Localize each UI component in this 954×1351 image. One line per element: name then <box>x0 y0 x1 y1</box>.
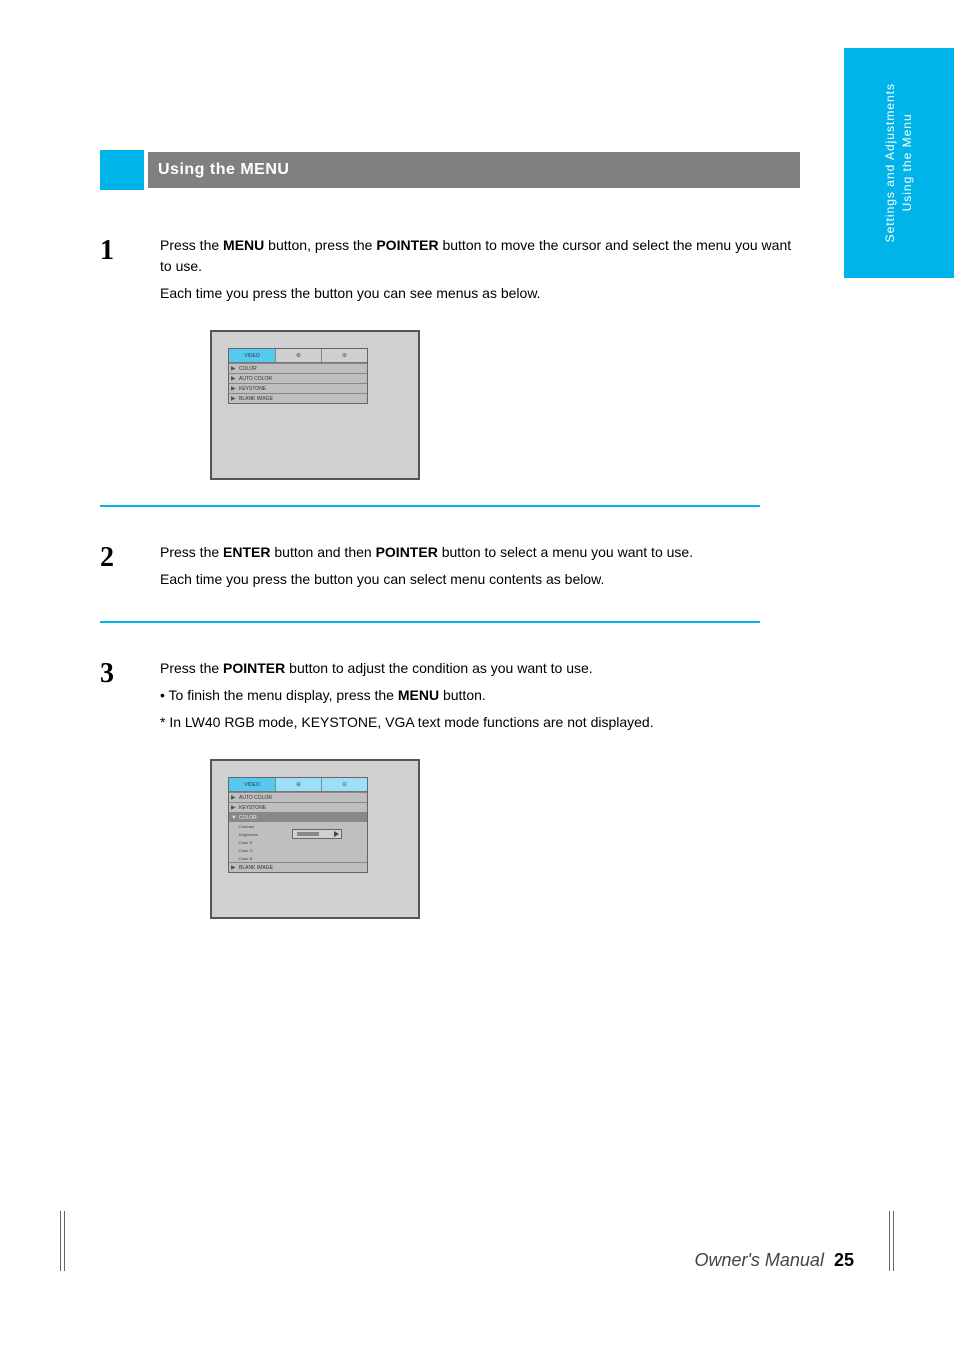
section-title-bar: Using the MENU <box>100 150 800 190</box>
crop-mark-bottom-right <box>880 1211 894 1271</box>
menu2-row-top0: ▶AUTO COLOR <box>229 792 367 802</box>
step3-sub-b: button. <box>439 687 486 703</box>
step2-text-c: button to select a menu you want to use. <box>438 544 693 560</box>
step-1-body: Press the MENU button, press the POINTER… <box>160 235 800 310</box>
step3-bold-a: POINTER <box>223 660 285 676</box>
menu1-tab-video: VIDEO <box>229 349 275 362</box>
menu2-sub-4: Color B <box>229 854 367 862</box>
divider-1 <box>100 505 760 507</box>
step-3-body: Press the POINTER button to adjust the c… <box>160 658 800 739</box>
menu1-row-3: BLANK IMAGE <box>239 396 273 402</box>
triangle-icon: ▶ <box>229 804 239 811</box>
step2-bold-a: ENTER <box>223 544 270 560</box>
step2-text-a: Press the <box>160 544 223 560</box>
menu1-tab-3: ⊛ <box>321 349 367 362</box>
footer-label: Owner's Manual <box>694 1250 824 1270</box>
side-tab: Settings and Adjustments Using the Menu <box>844 48 954 278</box>
step3-note: * In LW40 RGB mode, KEYSTONE, VGA text m… <box>160 712 800 733</box>
triangle-down-icon: ▼ <box>229 815 239 821</box>
step1-sub: Each time you press the button you can s… <box>160 283 800 304</box>
footer-page-number: 25 <box>834 1250 854 1270</box>
menu2-tabs: VIDEO ⊕ ⊖ <box>229 778 367 792</box>
menu2-row-bottom-label: BLANK IMAGE <box>239 865 273 871</box>
side-tab-line1: Settings and Adjustments <box>883 83 897 242</box>
menu1-row-0: COLOR <box>239 366 257 372</box>
step1-bold-a: MENU <box>223 237 264 253</box>
step1-text-a: Press the <box>160 237 223 253</box>
step-3: 3 Press the POINTER button to adjust the… <box>100 658 800 739</box>
menu1-panel: VIDEO ⊕ ⊛ ▶COLOR ▶AUTO COLOR ▶KEYSTONE ▶… <box>228 348 368 404</box>
menu2-slider-popup <box>292 829 342 839</box>
section-title-accent <box>100 150 144 190</box>
page-footer: Owner's Manual 25 <box>694 1250 854 1271</box>
divider-2 <box>100 621 760 623</box>
menu1-row-color: ▶COLOR <box>229 363 367 373</box>
menu2-darkrow-label: COLOR <box>239 815 257 821</box>
menu-figure-2: VIDEO ⊕ ⊖ ▶AUTO COLOR ▶KEYSTONE ▼COLOR C… <box>210 759 420 919</box>
step2-bold-b: POINTER <box>376 544 438 560</box>
step-2-body: Press the ENTER button and then POINTER … <box>160 542 800 596</box>
step3-sub-bold: MENU <box>398 687 439 703</box>
step-1: 1 Press the MENU button, press the POINT… <box>100 235 800 310</box>
menu1-row-blank: ▶BLANK IMAGE <box>229 393 367 403</box>
slider-bar-icon <box>297 832 319 836</box>
main-content: Using the MENU 1 Press the MENU button, … <box>100 150 800 939</box>
menu2-sub-3: Color G <box>229 846 367 854</box>
step3-text-b: button to adjust the condition as you wa… <box>285 660 592 676</box>
menu1-row-1: AUTO COLOR <box>239 376 272 382</box>
menu2-tab-3: ⊖ <box>321 778 367 791</box>
menu1-row-autocolor: ▶AUTO COLOR <box>229 373 367 383</box>
triangle-icon: ▶ <box>229 794 239 801</box>
step-3-number: 3 <box>100 658 160 739</box>
menu2-row-bottom: ▶BLANK IMAGE <box>229 862 367 872</box>
triangle-icon: ▶ <box>229 365 239 372</box>
menu1-row-keystone: ▶KEYSTONE <box>229 383 367 393</box>
menu2-tab-2: ⊕ <box>275 778 321 791</box>
step1-text-b: button, press the <box>264 237 376 253</box>
menu2-panel: VIDEO ⊕ ⊖ ▶AUTO COLOR ▶KEYSTONE ▼COLOR C… <box>228 777 368 873</box>
step-1-number: 1 <box>100 235 160 310</box>
menu2-row-top1-label: KEYSTONE <box>239 805 266 811</box>
step3-text-a: Press the <box>160 660 223 676</box>
menu1-tabs: VIDEO ⊕ ⊛ <box>229 349 367 363</box>
triangle-icon: ▶ <box>229 864 239 871</box>
menu2-sub-2: Color R <box>229 838 367 846</box>
step1-bold-b: POINTER <box>376 237 438 253</box>
step3-sub-a: • To finish the menu display, press the <box>160 687 398 703</box>
triangle-icon: ▶ <box>229 375 239 382</box>
triangle-icon: ▶ <box>229 395 239 402</box>
crop-mark-bottom-left <box>60 1211 74 1271</box>
menu2-row-top0-label: AUTO COLOR <box>239 795 272 801</box>
step2-sub: Each time you press the button you can s… <box>160 569 800 590</box>
step2-text-b: button and then <box>270 544 375 560</box>
step-2-number: 2 <box>100 542 160 596</box>
menu1-row-2: KEYSTONE <box>239 386 266 392</box>
menu2-row-top1: ▶KEYSTONE <box>229 802 367 812</box>
menu2-tab-video: VIDEO <box>229 778 275 791</box>
slider-triangle-icon <box>334 831 339 837</box>
side-tab-text: Settings and Adjustments Using the Menu <box>882 83 916 242</box>
step-2: 2 Press the ENTER button and then POINTE… <box>100 542 800 596</box>
menu1-tab-2: ⊕ <box>275 349 321 362</box>
side-tab-line2: Using the Menu <box>900 114 914 212</box>
menu-figure-1: VIDEO ⊕ ⊛ ▶COLOR ▶AUTO COLOR ▶KEYSTONE ▶… <box>210 330 420 480</box>
triangle-icon: ▶ <box>229 385 239 392</box>
menu2-row-dark: ▼COLOR <box>229 812 367 822</box>
section-title: Using the MENU <box>148 152 800 188</box>
